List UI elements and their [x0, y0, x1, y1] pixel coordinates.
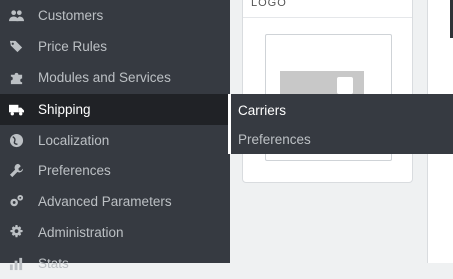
sidebar-item-label: Stats: [38, 256, 69, 271]
sidebar-item-label: Administration: [38, 225, 124, 240]
sidebar-item-label: Shipping: [38, 102, 91, 117]
logo-card: LOGO: [242, 0, 413, 183]
sidebar-item-label: Customers: [38, 8, 104, 23]
sidebar-item-label: Localization: [38, 133, 110, 148]
gear-icon: [8, 225, 24, 241]
sidebar-item-label: Advanced Parameters: [38, 194, 172, 209]
submenu-item-carriers[interactable]: Carriers: [238, 96, 286, 124]
cogs-icon: [8, 194, 24, 210]
sidebar-item-label: Modules and Services: [38, 70, 171, 85]
sidebar-item-advanced-parameters[interactable]: Advanced Parameters: [0, 186, 230, 217]
card-header: LOGO: [251, 0, 287, 9]
sidebar-item-label: Preferences: [38, 163, 111, 178]
sidebar-item-price-rules[interactable]: Price Rules: [0, 31, 230, 62]
tags-icon: [8, 39, 24, 55]
sidebar-item-preferences[interactable]: Preferences: [0, 155, 230, 186]
puzzle-icon: [8, 70, 24, 86]
users-icon: [8, 8, 24, 24]
truck-icon: [8, 102, 24, 118]
card-divider: [243, 17, 412, 18]
wrench-icon: [8, 163, 24, 179]
sidebar-item-label: Price Rules: [38, 39, 108, 54]
sidebar-item-localization[interactable]: Localization: [0, 125, 230, 156]
sidebar-item-stats[interactable]: Stats: [0, 248, 230, 279]
submenu-item-preferences[interactable]: Preferences: [238, 125, 311, 153]
sidebar-nav: Customers Price Rules Modules and Servic…: [0, 0, 230, 271]
sidebar-item-customers[interactable]: Customers: [0, 0, 230, 31]
bar-chart-icon: [8, 256, 24, 272]
sidebar-item-shipping[interactable]: Shipping: [0, 94, 230, 125]
globe-icon: [8, 133, 24, 149]
sidebar-item-modules[interactable]: Modules and Services: [0, 62, 230, 93]
shipping-submenu: Carriers Preferences: [228, 94, 453, 154]
sidebar-item-administration[interactable]: Administration: [0, 217, 230, 248]
